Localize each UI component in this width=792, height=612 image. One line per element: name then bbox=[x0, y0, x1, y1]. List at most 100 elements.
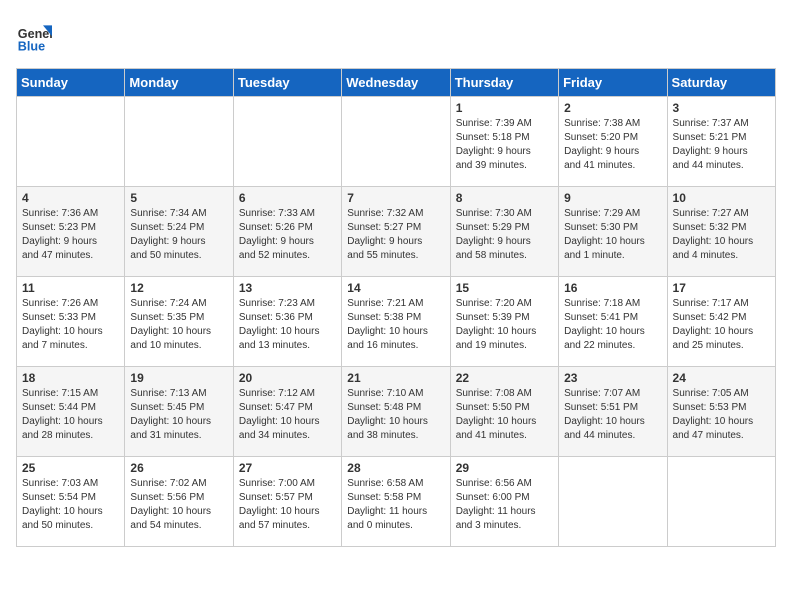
calendar-cell: 22 Sunrise: 7:08 AM Sunset: 5:50 PM Dayli… bbox=[450, 367, 558, 457]
calendar-cell: 14 Sunrise: 7:21 AM Sunset: 5:38 PM Dayli… bbox=[342, 277, 450, 367]
day-info: Sunrise: 7:26 AM Sunset: 5:33 PM Dayligh… bbox=[22, 297, 119, 353]
day-of-week-header: Wednesday bbox=[342, 69, 450, 97]
calendar-cell bbox=[125, 97, 233, 187]
day-info: Sunrise: 7:36 AM Sunset: 5:23 PM Dayligh… bbox=[22, 207, 119, 263]
day-number: 11 bbox=[22, 281, 119, 295]
day-number: 21 bbox=[347, 371, 444, 385]
day-info: Sunrise: 7:03 AM Sunset: 5:54 PM Dayligh… bbox=[22, 477, 119, 533]
calendar-cell: 29 Sunrise: 6:56 AM Sunset: 6:00 PM Dayli… bbox=[450, 457, 558, 547]
day-of-week-header: Thursday bbox=[450, 69, 558, 97]
day-info: Sunrise: 7:00 AM Sunset: 5:57 PM Dayligh… bbox=[239, 477, 336, 533]
calendar-cell: 27 Sunrise: 7:00 AM Sunset: 5:57 PM Dayli… bbox=[233, 457, 341, 547]
day-number: 1 bbox=[456, 101, 553, 115]
day-info: Sunrise: 7:15 AM Sunset: 5:44 PM Dayligh… bbox=[22, 387, 119, 443]
day-number: 3 bbox=[673, 101, 770, 115]
day-number: 23 bbox=[564, 371, 661, 385]
calendar-table: SundayMondayTuesdayWednesdayThursdayFrid… bbox=[16, 68, 776, 547]
day-of-week-header: Sunday bbox=[17, 69, 125, 97]
calendar-cell: 9 Sunrise: 7:29 AM Sunset: 5:30 PM Daylig… bbox=[559, 187, 667, 277]
calendar-cell: 13 Sunrise: 7:23 AM Sunset: 5:36 PM Dayli… bbox=[233, 277, 341, 367]
day-number: 14 bbox=[347, 281, 444, 295]
day-info: Sunrise: 7:33 AM Sunset: 5:26 PM Dayligh… bbox=[239, 207, 336, 263]
day-number: 2 bbox=[564, 101, 661, 115]
calendar-cell: 17 Sunrise: 7:17 AM Sunset: 5:42 PM Dayli… bbox=[667, 277, 775, 367]
calendar-cell: 16 Sunrise: 7:18 AM Sunset: 5:41 PM Dayli… bbox=[559, 277, 667, 367]
day-info: Sunrise: 6:58 AM Sunset: 5:58 PM Dayligh… bbox=[347, 477, 444, 533]
day-info: Sunrise: 7:37 AM Sunset: 5:21 PM Dayligh… bbox=[673, 117, 770, 173]
calendar-week-row: 25 Sunrise: 7:03 AM Sunset: 5:54 PM Dayli… bbox=[17, 457, 776, 547]
day-number: 10 bbox=[673, 191, 770, 205]
calendar-cell: 4 Sunrise: 7:36 AM Sunset: 5:23 PM Daylig… bbox=[17, 187, 125, 277]
calendar-cell bbox=[233, 97, 341, 187]
calendar-week-row: 1 Sunrise: 7:39 AM Sunset: 5:18 PM Daylig… bbox=[17, 97, 776, 187]
calendar-cell: 10 Sunrise: 7:27 AM Sunset: 5:32 PM Dayli… bbox=[667, 187, 775, 277]
day-info: Sunrise: 7:07 AM Sunset: 5:51 PM Dayligh… bbox=[564, 387, 661, 443]
calendar-cell: 20 Sunrise: 7:12 AM Sunset: 5:47 PM Dayli… bbox=[233, 367, 341, 457]
day-number: 17 bbox=[673, 281, 770, 295]
day-info: Sunrise: 7:38 AM Sunset: 5:20 PM Dayligh… bbox=[564, 117, 661, 173]
day-number: 20 bbox=[239, 371, 336, 385]
calendar-cell: 18 Sunrise: 7:15 AM Sunset: 5:44 PM Dayli… bbox=[17, 367, 125, 457]
calendar-cell: 15 Sunrise: 7:20 AM Sunset: 5:39 PM Dayli… bbox=[450, 277, 558, 367]
calendar-cell: 25 Sunrise: 7:03 AM Sunset: 5:54 PM Dayli… bbox=[17, 457, 125, 547]
day-info: Sunrise: 7:17 AM Sunset: 5:42 PM Dayligh… bbox=[673, 297, 770, 353]
calendar-cell: 11 Sunrise: 7:26 AM Sunset: 5:33 PM Dayli… bbox=[17, 277, 125, 367]
calendar-cell: 1 Sunrise: 7:39 AM Sunset: 5:18 PM Daylig… bbox=[450, 97, 558, 187]
day-info: Sunrise: 7:32 AM Sunset: 5:27 PM Dayligh… bbox=[347, 207, 444, 263]
calendar-cell bbox=[342, 97, 450, 187]
calendar-cell bbox=[559, 457, 667, 547]
day-info: Sunrise: 7:08 AM Sunset: 5:50 PM Dayligh… bbox=[456, 387, 553, 443]
day-number: 4 bbox=[22, 191, 119, 205]
day-number: 27 bbox=[239, 461, 336, 475]
calendar-cell: 7 Sunrise: 7:32 AM Sunset: 5:27 PM Daylig… bbox=[342, 187, 450, 277]
svg-text:Blue: Blue bbox=[18, 40, 45, 54]
day-number: 24 bbox=[673, 371, 770, 385]
day-number: 15 bbox=[456, 281, 553, 295]
day-number: 29 bbox=[456, 461, 553, 475]
calendar-cell: 6Sunrise: 7:33 AM Sunset: 5:26 PM Daylig… bbox=[233, 187, 341, 277]
day-info: Sunrise: 7:27 AM Sunset: 5:32 PM Dayligh… bbox=[673, 207, 770, 263]
day-of-week-header: Saturday bbox=[667, 69, 775, 97]
calendar-week-row: 18 Sunrise: 7:15 AM Sunset: 5:44 PM Dayli… bbox=[17, 367, 776, 457]
calendar-week-row: 4 Sunrise: 7:36 AM Sunset: 5:23 PM Daylig… bbox=[17, 187, 776, 277]
calendar-cell: 26Sunrise: 7:02 AM Sunset: 5:56 PM Dayli… bbox=[125, 457, 233, 547]
day-number: 28 bbox=[347, 461, 444, 475]
day-info: Sunrise: 7:20 AM Sunset: 5:39 PM Dayligh… bbox=[456, 297, 553, 353]
logo-icon: General Blue bbox=[16, 20, 52, 56]
day-info: Sunrise: 7:23 AM Sunset: 5:36 PM Dayligh… bbox=[239, 297, 336, 353]
day-of-week-header: Friday bbox=[559, 69, 667, 97]
calendar-cell: 21 Sunrise: 7:10 AM Sunset: 5:48 PM Dayli… bbox=[342, 367, 450, 457]
calendar-cell bbox=[667, 457, 775, 547]
calendar-cell: 2 Sunrise: 7:38 AM Sunset: 5:20 PM Daylig… bbox=[559, 97, 667, 187]
calendar-cell: 8Sunrise: 7:30 AM Sunset: 5:29 PM Daylig… bbox=[450, 187, 558, 277]
day-info: Sunrise: 7:21 AM Sunset: 5:38 PM Dayligh… bbox=[347, 297, 444, 353]
day-info: Sunrise: 7:02 AM Sunset: 5:56 PM Dayligh… bbox=[130, 477, 227, 533]
day-number: 7 bbox=[347, 191, 444, 205]
day-info: Sunrise: 7:13 AM Sunset: 5:45 PM Dayligh… bbox=[130, 387, 227, 443]
day-number: 13 bbox=[239, 281, 336, 295]
day-number: 22 bbox=[456, 371, 553, 385]
calendar-cell: 28 Sunrise: 6:58 AM Sunset: 5:58 PM Dayli… bbox=[342, 457, 450, 547]
day-number: 9 bbox=[564, 191, 661, 205]
calendar-week-row: 11 Sunrise: 7:26 AM Sunset: 5:33 PM Dayli… bbox=[17, 277, 776, 367]
day-info: Sunrise: 7:18 AM Sunset: 5:41 PM Dayligh… bbox=[564, 297, 661, 353]
day-info: Sunrise: 7:39 AM Sunset: 5:18 PM Dayligh… bbox=[456, 117, 553, 173]
calendar-header-row: SundayMondayTuesdayWednesdayThursdayFrid… bbox=[17, 69, 776, 97]
day-number: 25 bbox=[22, 461, 119, 475]
day-info: Sunrise: 7:29 AM Sunset: 5:30 PM Dayligh… bbox=[564, 207, 661, 263]
calendar-cell: 3 Sunrise: 7:37 AM Sunset: 5:21 PM Daylig… bbox=[667, 97, 775, 187]
day-of-week-header: Monday bbox=[125, 69, 233, 97]
day-of-week-header: Tuesday bbox=[233, 69, 341, 97]
calendar-cell: 23 Sunrise: 7:07 AM Sunset: 5:51 PM Dayli… bbox=[559, 367, 667, 457]
day-number: 18 bbox=[22, 371, 119, 385]
day-info: Sunrise: 7:12 AM Sunset: 5:47 PM Dayligh… bbox=[239, 387, 336, 443]
calendar-cell bbox=[17, 97, 125, 187]
day-number: 19 bbox=[130, 371, 227, 385]
day-info: Sunrise: 6:56 AM Sunset: 6:00 PM Dayligh… bbox=[456, 477, 553, 533]
day-info: Sunrise: 7:30 AM Sunset: 5:29 PM Dayligh… bbox=[456, 207, 553, 263]
day-info: Sunrise: 7:10 AM Sunset: 5:48 PM Dayligh… bbox=[347, 387, 444, 443]
day-number: 16 bbox=[564, 281, 661, 295]
logo: General Blue bbox=[16, 16, 56, 56]
day-info: Sunrise: 7:05 AM Sunset: 5:53 PM Dayligh… bbox=[673, 387, 770, 443]
calendar-cell: 19 Sunrise: 7:13 AM Sunset: 5:45 PM Dayli… bbox=[125, 367, 233, 457]
